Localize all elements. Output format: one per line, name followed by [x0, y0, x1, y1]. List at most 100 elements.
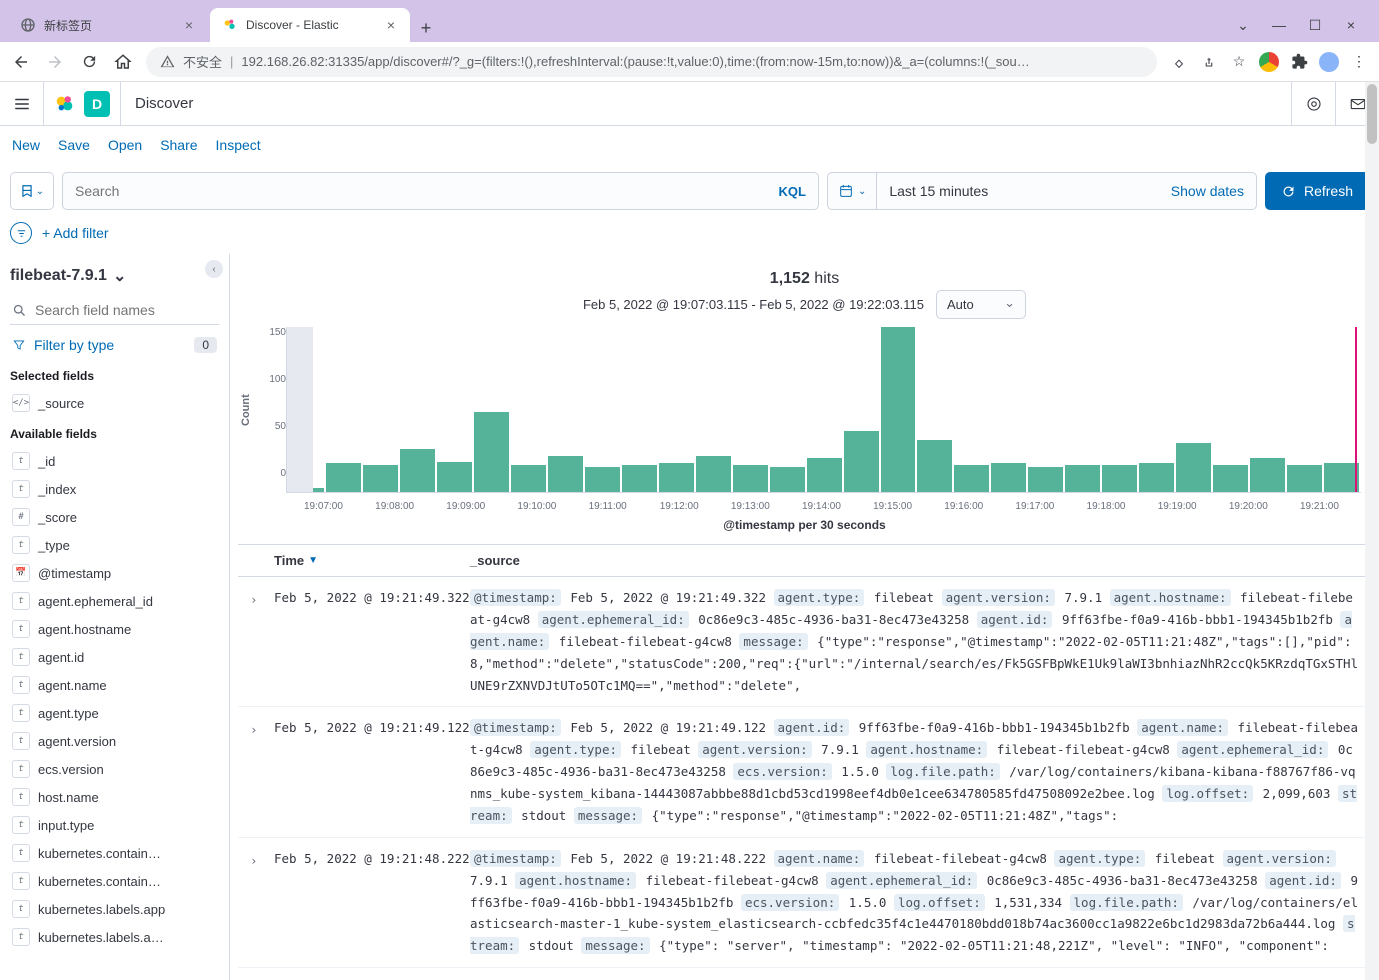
chart-bar[interactable]	[1028, 467, 1063, 492]
filter-options-icon[interactable]	[10, 222, 32, 244]
field-item[interactable]: tagent.version	[10, 727, 219, 755]
menu-icon[interactable]: ⋮	[1349, 52, 1369, 72]
interval-select[interactable]: Auto	[936, 290, 1026, 319]
chart-bar[interactable]	[733, 465, 768, 492]
add-filter-button[interactable]: + Add filter	[42, 225, 109, 241]
chart-bar[interactable]	[1102, 465, 1137, 492]
field-item[interactable]: t_index	[10, 475, 219, 503]
search-field[interactable]	[75, 183, 779, 199]
chart-bar[interactable]	[326, 463, 361, 492]
newsfeed-icon[interactable]	[1291, 82, 1335, 126]
refresh-button[interactable]: Refresh	[1265, 172, 1369, 210]
elastic-logo[interactable]: D	[44, 82, 121, 125]
field-item[interactable]: tkubernetes.contain…	[10, 839, 219, 867]
field-item[interactable]: tagent.name	[10, 671, 219, 699]
chart-bar[interactable]	[1065, 465, 1100, 492]
url-field[interactable]: 不安全 | 192.168.26.82:31335/app/discover#/…	[146, 47, 1157, 77]
new-tab-button[interactable]: +	[412, 14, 440, 42]
chrome-icon[interactable]	[1259, 52, 1279, 72]
chart-bar[interactable]	[511, 465, 546, 492]
chart-bar[interactable]	[696, 456, 731, 492]
chart-bar[interactable]	[807, 458, 842, 492]
date-picker[interactable]: ⌄ Last 15 minutes Show dates	[827, 172, 1257, 210]
field-item[interactable]: t_id	[10, 447, 219, 475]
histogram-chart[interactable]: Count 150100500	[238, 327, 1371, 497]
field-item[interactable]: </>_source	[10, 389, 219, 417]
expand-row-button[interactable]: ›	[250, 587, 274, 696]
save-link[interactable]: Save	[58, 137, 90, 153]
field-search-input[interactable]	[35, 302, 217, 318]
home-button[interactable]	[112, 51, 134, 73]
star-icon[interactable]: ☆	[1229, 52, 1249, 72]
close-icon[interactable]: ×	[182, 18, 196, 32]
new-link[interactable]: New	[12, 137, 40, 153]
open-link[interactable]: Open	[108, 137, 142, 153]
chart-bar[interactable]	[585, 467, 620, 492]
chart-bar[interactable]	[548, 456, 583, 492]
index-pattern-select[interactable]: filebeat-7.9.1 ⌄	[10, 262, 219, 296]
chart-bar[interactable]	[1139, 463, 1174, 492]
share-link[interactable]: Share	[160, 137, 197, 153]
field-item[interactable]: 📅@timestamp	[10, 559, 219, 587]
field-item[interactable]: tagent.ephemeral_id	[10, 587, 219, 615]
url-text: 192.168.26.82:31335/app/discover#/?_g=(f…	[241, 54, 1029, 69]
field-item[interactable]: thost.name	[10, 783, 219, 811]
chart-bar[interactable]	[881, 327, 916, 492]
search-input[interactable]: KQL	[62, 172, 819, 210]
time-column-header[interactable]: Time▼	[274, 553, 470, 568]
field-item[interactable]: t_type	[10, 531, 219, 559]
translate-icon[interactable]: 🝔	[1169, 52, 1189, 72]
field-item[interactable]: tkubernetes.labels.app	[10, 895, 219, 923]
field-item[interactable]: tkubernetes.contain…	[10, 867, 219, 895]
source-column-header[interactable]: _source	[470, 553, 520, 568]
chart-bar[interactable]	[363, 465, 398, 492]
share-icon[interactable]	[1199, 52, 1219, 72]
chart-bar[interactable]	[844, 431, 879, 492]
chart-bar[interactable]	[400, 449, 435, 492]
filter-by-type[interactable]: Filter by type 0	[10, 331, 219, 359]
chart-bar[interactable]	[1250, 458, 1285, 492]
field-item[interactable]: #_score	[10, 503, 219, 531]
calendar-icon[interactable]: ⌄	[828, 173, 877, 209]
chart-bar[interactable]	[437, 462, 472, 492]
chart-bar[interactable]	[770, 467, 805, 492]
chart-bar[interactable]	[917, 440, 952, 492]
saved-query-button[interactable]: ⌄	[10, 172, 54, 210]
show-dates-link[interactable]: Show dates	[1159, 183, 1256, 199]
minimize-icon[interactable]: —	[1267, 17, 1291, 34]
reload-button[interactable]	[78, 51, 100, 73]
field-item[interactable]: tkubernetes.labels.a…	[10, 923, 219, 951]
avatar[interactable]	[1319, 52, 1339, 72]
field-item[interactable]: tecs.version	[10, 755, 219, 783]
browser-tab[interactable]: 新标签页 ×	[8, 8, 208, 42]
back-button[interactable]	[10, 51, 32, 73]
menu-toggle[interactable]	[0, 82, 44, 126]
collapse-sidebar-button[interactable]: ‹	[205, 260, 223, 278]
field-search[interactable]	[10, 296, 219, 325]
close-icon[interactable]: ×	[1339, 17, 1363, 34]
chart-bar[interactable]	[622, 465, 657, 492]
chart-bar[interactable]	[659, 463, 694, 492]
chart-bar[interactable]	[954, 465, 989, 492]
inspect-link[interactable]: Inspect	[216, 137, 261, 153]
chart-bar[interactable]	[1176, 443, 1211, 492]
field-item[interactable]: tagent.hostname	[10, 615, 219, 643]
browser-tab[interactable]: Discover - Elastic ×	[210, 8, 410, 42]
chart-bar[interactable]	[474, 412, 509, 492]
chevron-down-icon[interactable]: ⌄	[1231, 17, 1255, 34]
expand-row-button[interactable]: ›	[250, 717, 274, 826]
expand-row-button[interactable]: ›	[250, 848, 274, 957]
close-icon[interactable]: ×	[384, 18, 398, 32]
chart-bar[interactable]	[991, 463, 1026, 492]
chart-bar[interactable]	[1324, 463, 1359, 492]
scrollbar[interactable]	[1365, 82, 1379, 980]
chart-bar[interactable]	[1287, 465, 1322, 492]
forward-button[interactable]	[44, 51, 66, 73]
field-item[interactable]: tinput.type	[10, 811, 219, 839]
field-item[interactable]: tagent.id	[10, 643, 219, 671]
field-item[interactable]: tagent.type	[10, 699, 219, 727]
maximize-icon[interactable]: ☐	[1303, 17, 1327, 34]
chart-bar[interactable]	[1213, 465, 1248, 492]
extensions-icon[interactable]	[1289, 52, 1309, 72]
kql-toggle[interactable]: KQL	[779, 184, 806, 199]
